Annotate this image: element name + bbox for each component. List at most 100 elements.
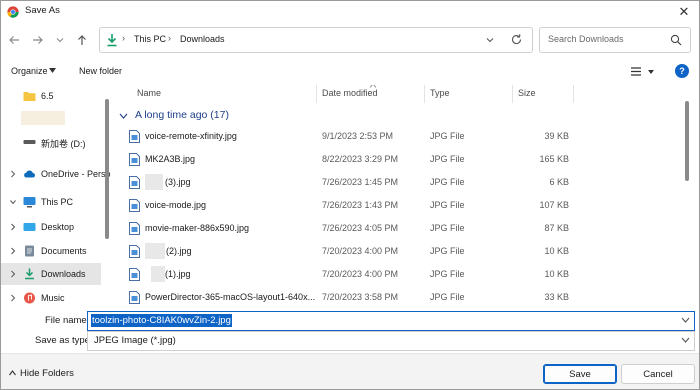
close-button[interactable]: ✕: [669, 1, 699, 23]
cancel-button[interactable]: Cancel: [621, 364, 695, 384]
save-button[interactable]: Save: [543, 364, 617, 384]
file-type: JPG File: [430, 200, 465, 210]
help-icon[interactable]: ?: [675, 64, 689, 78]
hide-folders-button[interactable]: Hide Folders: [20, 368, 74, 379]
file-type: JPG File: [430, 269, 465, 279]
nav-item-desktop[interactable]: Desktop: [1, 216, 101, 238]
jpg-file-icon: [129, 199, 140, 212]
breadcrumb-separator: ›: [168, 33, 171, 43]
file-date: 9/1/2023 2:53 PM: [322, 131, 394, 141]
refresh-icon[interactable]: [510, 33, 523, 46]
file-date: 7/20/2023 4:00 PM: [322, 246, 399, 256]
jpg-file-icon: [129, 291, 140, 304]
caret-down-icon[interactable]: [49, 68, 56, 73]
file-row[interactable]: movie-maker-886x590.jpg 7/26/2023 4:05 P…: [115, 218, 675, 241]
file-row[interactable]: (3).jpg 7/26/2023 1:45 PM JPG File 6 KB: [115, 172, 675, 195]
desktop-folder-icon: [23, 223, 36, 231]
file-list-scrollbar[interactable]: [685, 101, 689, 181]
nav-item-documents[interactable]: Documents: [1, 240, 101, 262]
column-divider[interactable]: [424, 85, 425, 103]
jpg-file-icon: [129, 245, 140, 258]
nav-item-label: 新加卷 (D:): [41, 139, 86, 149]
file-row[interactable]: (1).jpg 7/20/2023 4:00 PM JPG File 10 KB: [115, 264, 675, 287]
file-type: JPG File: [430, 154, 465, 164]
file-size: 33 KB: [544, 292, 569, 302]
up-button[interactable]: [73, 31, 91, 49]
column-header-name[interactable]: Name: [137, 88, 161, 98]
column-divider[interactable]: [316, 85, 317, 103]
forward-button[interactable]: [29, 31, 47, 49]
file-row[interactable]: voice-remote-xfinity.jpg 9/1/2023 2:53 P…: [115, 126, 675, 149]
recent-locations-button[interactable]: [51, 31, 69, 49]
column-divider[interactable]: [512, 85, 513, 103]
jpg-file-icon: [129, 176, 140, 189]
column-header-date[interactable]: Date modified: [322, 88, 378, 98]
file-row[interactable]: MK2A3B.jpg 8/22/2023 3:29 PM JPG File 16…: [115, 149, 675, 172]
file-type: JPG File: [430, 223, 465, 233]
arrow-right-icon: [33, 36, 43, 44]
search-box[interactable]: Search Downloads: [539, 27, 691, 53]
chevron-down-icon[interactable]: [119, 113, 128, 119]
navigation-scrollbar[interactable]: [105, 99, 109, 239]
file-size: 10 KB: [544, 269, 569, 279]
view-options-icon[interactable]: [629, 65, 657, 79]
file-name: (2).jpg: [166, 246, 192, 256]
jpg-file-icon: [129, 268, 140, 281]
breadcrumb-downloads[interactable]: Downloads: [180, 34, 225, 44]
chevron-down-icon[interactable]: [681, 337, 690, 343]
file-name: (1).jpg: [165, 269, 191, 279]
nav-item-label: 6.5: [41, 91, 54, 101]
music-folder-icon: [24, 292, 35, 304]
nav-item-onedrive[interactable]: OneDrive - Perso: [1, 163, 111, 185]
file-size: 10 KB: [544, 246, 569, 256]
file-name-field[interactable]: toolzin-photo-C8IAK0wvZin-2.jpg: [87, 311, 695, 331]
search-input[interactable]: Search Downloads: [548, 34, 624, 44]
column-header-type[interactable]: Type: [430, 88, 450, 98]
column-divider[interactable]: [573, 85, 574, 103]
new-folder-button[interactable]: New folder: [79, 66, 122, 76]
file-date: 7/26/2023 1:45 PM: [322, 177, 399, 187]
save-as-dialog: Save As ✕ › This PC › Downloads Search D…: [0, 0, 700, 390]
jpg-file-icon: [129, 130, 140, 143]
file-row[interactable]: (2).jpg 7/20/2023 4:00 PM JPG File 10 KB: [115, 241, 675, 264]
file-size: 39 KB: [544, 131, 569, 141]
address-bar[interactable]: › This PC › Downloads: [99, 27, 533, 53]
save-as-type-select[interactable]: JPEG Image (*.jpg): [87, 331, 695, 351]
chevron-right-icon[interactable]: [10, 294, 16, 302]
back-button[interactable]: [5, 31, 23, 49]
chevron-right-icon[interactable]: [10, 223, 16, 231]
file-name: movie-maker-886x590.jpg: [145, 223, 250, 233]
organize-button[interactable]: Organize: [11, 66, 48, 76]
chevron-up-icon[interactable]: [9, 370, 16, 376]
file-date: 8/22/2023 3:29 PM: [322, 154, 399, 164]
nav-item-label: Desktop: [41, 222, 75, 232]
file-name-label: File name:: [45, 315, 90, 326]
save-as-type-value: JPEG Image (*.jpg): [94, 335, 176, 346]
chevron-down-icon[interactable]: [10, 198, 16, 206]
breadcrumb-this-pc[interactable]: This PC: [134, 34, 166, 44]
chevron-down-icon[interactable]: [681, 317, 690, 323]
nav-item-music[interactable]: Music: [1, 287, 101, 307]
file-size: 165 KB: [539, 154, 569, 164]
command-bar: Organize New folder ?: [1, 57, 699, 85]
column-header-size[interactable]: Size: [518, 88, 536, 98]
file-name: voice-remote-xfinity.jpg: [145, 131, 237, 141]
nav-item-this-pc[interactable]: This PC: [1, 191, 101, 213]
nav-item-drive-d[interactable]: 新加卷 (D:): [1, 131, 101, 153]
folder-icon: [23, 92, 36, 101]
file-row[interactable]: PowerDirector-365-macOS-layout1-640x... …: [115, 287, 675, 307]
nav-item-blurred[interactable]: [1, 107, 101, 129]
group-header[interactable]: A long time ago (17): [119, 109, 679, 125]
address-dropdown-icon[interactable]: [484, 34, 496, 46]
nav-item-downloads[interactable]: Downloads: [1, 263, 101, 285]
file-row[interactable]: voice-mode.jpg 7/26/2023 1:43 PM JPG Fil…: [115, 195, 675, 218]
file-name-value[interactable]: toolzin-photo-C8IAK0wvZin-2.jpg: [91, 314, 232, 327]
nav-item-label: This PC: [41, 197, 74, 207]
chevron-right-icon[interactable]: [10, 270, 16, 278]
blurred-label: [21, 111, 65, 125]
chevron-right-icon[interactable]: [10, 170, 16, 178]
chevron-right-icon[interactable]: [10, 247, 16, 255]
nav-item-6-5[interactable]: 6.5: [1, 85, 101, 107]
file-date: 7/26/2023 1:43 PM: [322, 200, 399, 210]
nav-item-label: Documents: [41, 246, 87, 256]
